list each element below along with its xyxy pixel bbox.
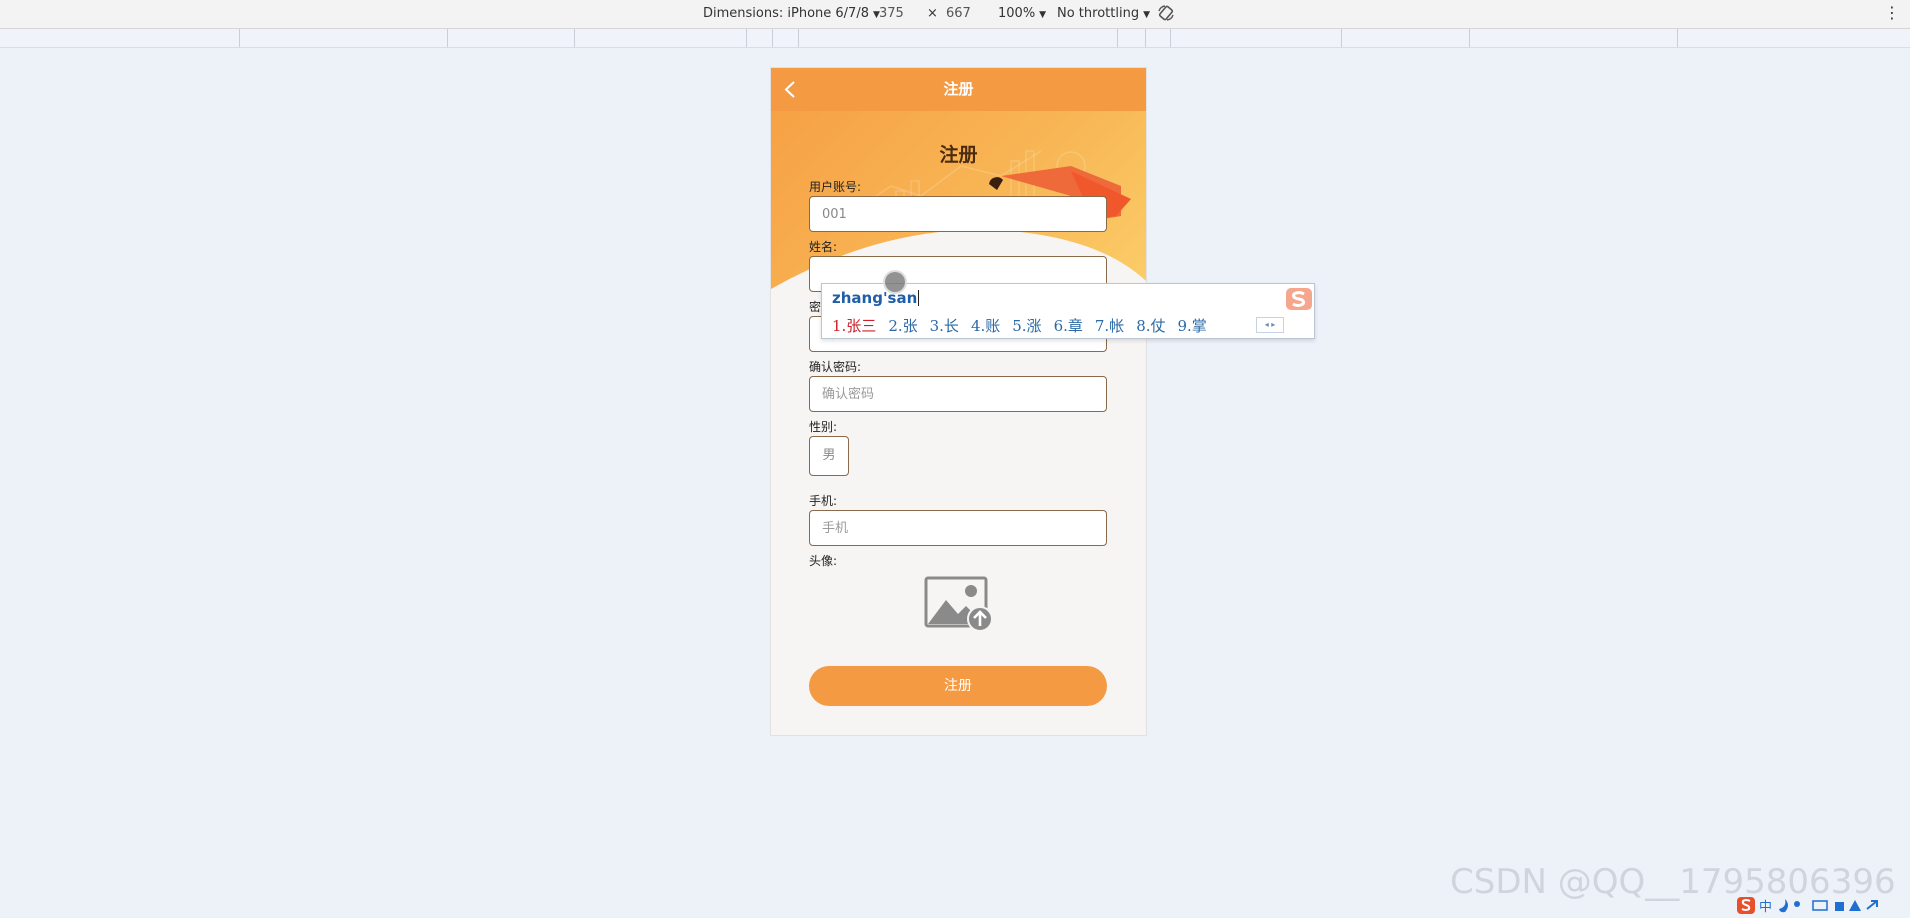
ime-composition-text: zhang'san xyxy=(832,289,918,307)
gender-select[interactable]: 男 xyxy=(809,436,849,476)
phone-viewport: 注册 注册 用户账号: 姓名: 密 确认密码: 性别: 男 手机: 头像: xyxy=(771,68,1146,735)
zoom-select[interactable]: 100% ▼ xyxy=(998,6,1046,21)
throttling-select[interactable]: No throttling ▼ xyxy=(1057,6,1150,21)
touch-cursor xyxy=(883,270,907,294)
media-query-ruler xyxy=(0,29,1910,48)
width-field[interactable]: 375 xyxy=(879,6,904,21)
avatar-label: 头像: xyxy=(809,554,838,568)
account-input[interactable] xyxy=(809,196,1107,232)
account-label: 用户账号: xyxy=(809,180,862,194)
ime-pager[interactable]: ◂ ▸ xyxy=(1256,317,1284,333)
device-select[interactable]: Dimensions: iPhone 6/7/8 ▼ xyxy=(703,6,880,21)
chevron-down-icon: ▼ xyxy=(1143,10,1150,20)
ime-candidate[interactable]: 3.长 xyxy=(930,315,959,336)
ime-candidate[interactable]: 2.张 xyxy=(888,315,917,336)
phone-label: 手机: xyxy=(809,494,838,508)
rotate-icon[interactable] xyxy=(1157,4,1175,22)
device-toolbar: Dimensions: iPhone 6/7/8 ▼ 375 × 667 100%… xyxy=(0,0,1910,29)
ime-candidate[interactable]: 8.仗 xyxy=(1136,315,1165,336)
sogou-icon xyxy=(1286,288,1312,310)
ime-tray-toolbar: 中 xyxy=(1737,897,1878,915)
nav-title: 注册 xyxy=(943,80,974,98)
ime-candidate[interactable]: 6.章 xyxy=(1054,315,1083,336)
name-label: 姓名: xyxy=(809,240,838,254)
ime-candidate[interactable]: 5.涨 xyxy=(1012,315,1041,336)
zoom-label: 100% xyxy=(998,6,1036,21)
ime-candidate-list: 1.张三 2.张 3.长 4.账 5.涨 6.章 7.帐 8.仗 9.掌 xyxy=(832,315,1219,336)
ime-candidate[interactable]: 9.掌 xyxy=(1178,315,1207,336)
form-title: 注册 xyxy=(939,144,978,166)
phone-input[interactable] xyxy=(809,510,1107,546)
chevron-down-icon: ▼ xyxy=(1039,10,1047,20)
svg-text:中: 中 xyxy=(1759,900,1772,915)
ime-composition: zhang'san xyxy=(832,289,920,307)
confirm-password-label: 确认密码: xyxy=(809,360,862,374)
image-upload-icon[interactable] xyxy=(924,576,994,632)
throttling-label: No throttling xyxy=(1057,6,1140,21)
ime-candidate[interactable]: 1.张三 xyxy=(832,315,876,336)
confirm-password-input[interactable] xyxy=(809,376,1107,412)
register-button[interactable]: 注册 xyxy=(809,666,1107,706)
nav-bar: 注册 xyxy=(771,68,1146,111)
ime-candidate[interactable]: 4.账 xyxy=(971,315,1000,336)
device-label: Dimensions: iPhone 6/7/8 xyxy=(703,6,869,21)
height-field[interactable]: 667 xyxy=(946,6,971,21)
gender-label: 性别: xyxy=(809,420,838,434)
ime-candidate[interactable]: 7.帐 xyxy=(1095,315,1124,336)
more-options-icon[interactable]: ⋮ xyxy=(1884,4,1900,22)
password-label: 密 xyxy=(809,300,822,314)
times-sign: × xyxy=(927,6,938,21)
